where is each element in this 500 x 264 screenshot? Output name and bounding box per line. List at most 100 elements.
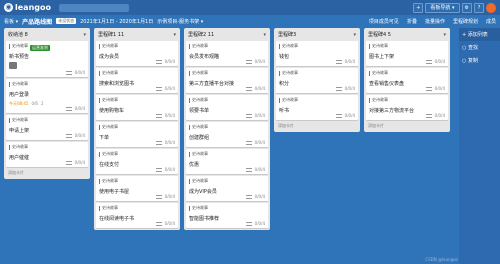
card-tag: 史诗故事 bbox=[369, 70, 388, 76]
card[interactable]: 史诗故事 听书 0/0/4 bbox=[276, 95, 358, 120]
card[interactable]: 史诗故事 申请上架 0/0/4 bbox=[6, 115, 88, 140]
description-icon bbox=[155, 140, 162, 145]
milestone-plan-button[interactable]: 里程碑规划 bbox=[453, 18, 478, 25]
board-title[interactable]: 产品路线图 bbox=[22, 17, 52, 26]
card-tag: 史诗故事 bbox=[189, 124, 208, 130]
copy-button[interactable]: ○ 复制 bbox=[459, 54, 500, 67]
card-title: 用户登录 bbox=[9, 91, 30, 98]
card[interactable]: 史诗故事 钱包 0/0/4 bbox=[276, 41, 358, 66]
card[interactable]: 史诗故事 查看销售仪表盘 0/0/4 bbox=[366, 68, 448, 93]
comment-count: 2 bbox=[40, 101, 44, 106]
card-tag: 史诗故事 bbox=[369, 97, 388, 103]
help-icon[interactable]: ? bbox=[474, 2, 484, 13]
card[interactable]: 史诗故事 成为会员 0/0/4 bbox=[96, 41, 178, 66]
card-meta: 0/0/4 bbox=[254, 167, 265, 172]
top-bar: ◉ leangoo + 看板导航 ▾ ⚙ ? bbox=[0, 0, 500, 15]
card-title: 新书预告 bbox=[9, 53, 30, 60]
list-header[interactable]: 里程碑2 11 ▾ bbox=[186, 30, 268, 39]
card-tag: 史诗故事 bbox=[189, 178, 208, 184]
date-range[interactable]: 2021年1月1日 - 2020年1月1日 bbox=[80, 18, 153, 25]
card[interactable]: 史诗故事 在线阅读电子书 0/0/4 bbox=[96, 203, 178, 228]
list-count: 8 bbox=[24, 32, 28, 38]
card[interactable]: 史诗故事 运营准则 新书预告 0/0/4 bbox=[6, 41, 88, 77]
description-icon bbox=[245, 140, 252, 145]
card-meta: 0/0/4 bbox=[164, 140, 175, 145]
list-title: 里程碑1 bbox=[98, 32, 117, 38]
card-meta: 0/0/4 bbox=[254, 59, 265, 64]
list-count: 5 bbox=[387, 32, 391, 38]
board-header: 看板 ▾ 产品路线图 未设状态 2021年1月1日 - 2020年1月1日 示例… bbox=[0, 15, 500, 27]
brand-logo[interactable]: ◉ leangoo bbox=[4, 3, 51, 12]
card-tag: 史诗故事 bbox=[99, 124, 118, 130]
members-button[interactable]: 成员 bbox=[486, 18, 496, 25]
add-card-button[interactable]: 添加卡片 bbox=[6, 167, 88, 177]
card[interactable]: 史诗故事 第三方直播平台对接 0/0/4 bbox=[186, 68, 268, 93]
card[interactable]: 史诗故事 用户催催 0/0/4 bbox=[6, 142, 88, 167]
find-label: 查找 bbox=[467, 45, 478, 51]
list-menu-icon[interactable]: ▾ bbox=[443, 32, 446, 38]
avatar[interactable] bbox=[486, 2, 496, 13]
card[interactable]: 史诗故事 领要书单 0/0/4 bbox=[186, 95, 268, 120]
find-button[interactable]: ○ 查找 bbox=[459, 41, 500, 54]
batch-operation-button[interactable]: 批量操作 bbox=[425, 18, 445, 25]
card[interactable]: 史诗故事 智能图书推荐 0/0/4 bbox=[186, 203, 268, 228]
card-tag: 史诗故事 bbox=[189, 205, 208, 211]
card[interactable]: 史诗故事 对接第三方物流平台 0/0/4 bbox=[366, 95, 448, 120]
brand-name: leangoo bbox=[15, 3, 51, 12]
add-button[interactable]: + bbox=[413, 2, 424, 13]
card[interactable]: 史诗故事 积分 0/0/4 bbox=[276, 68, 358, 93]
project-selector[interactable]: 示例项目-服务书架 ▾ bbox=[157, 18, 203, 25]
card-meta: 0/0/4 bbox=[254, 140, 265, 145]
card-tag: 史诗故事 bbox=[189, 43, 208, 49]
card[interactable]: 史诗故事 创建群组 0/0/4 bbox=[186, 122, 268, 147]
list-menu-icon[interactable]: ▾ bbox=[83, 32, 86, 38]
list-header[interactable]: 里程碑4 5 ▾ bbox=[366, 30, 448, 39]
board-menu[interactable]: 看板 ▾ bbox=[4, 18, 18, 25]
card[interactable]: 史诗故事 在线支付 0/0/4 bbox=[96, 149, 178, 174]
description-icon bbox=[65, 160, 72, 165]
card[interactable]: 史诗故事 使用电子书屋 0/0/4 bbox=[96, 176, 178, 201]
status-badge[interactable]: 未设状态 bbox=[56, 18, 77, 24]
list-title: 里程碑2 bbox=[188, 32, 207, 38]
card[interactable]: 史诗故事 下单 0/0/4 bbox=[96, 122, 178, 147]
board-nav-button[interactable]: 看板导航 ▾ bbox=[425, 2, 460, 13]
card[interactable]: 史诗故事 成为VIP会员 0/0/4 bbox=[186, 176, 268, 201]
checklist-count: 0/6 bbox=[31, 101, 38, 106]
list-title: 收纳池 bbox=[8, 32, 24, 38]
card[interactable]: 史诗故事 图书上下架 0/0/4 bbox=[366, 41, 448, 66]
description-icon bbox=[155, 113, 162, 118]
list-count: 11 bbox=[117, 32, 125, 38]
list-header[interactable]: 收纳池 8 ▾ bbox=[6, 30, 88, 39]
card[interactable]: 史诗故事 优惠 0/0/4 bbox=[186, 149, 268, 174]
list-menu-icon[interactable]: ▾ bbox=[173, 32, 176, 38]
card-tag: 史诗故事 bbox=[369, 43, 388, 49]
description-icon bbox=[245, 59, 252, 64]
card-meta: 0/0/4 bbox=[254, 194, 265, 199]
card-meta: 0/0/4 bbox=[254, 86, 265, 91]
member-visible-toggle[interactable]: 项目成员可见 bbox=[369, 18, 399, 25]
list-menu-icon[interactable]: ▾ bbox=[263, 32, 266, 38]
settings-icon[interactable]: ⚙ bbox=[461, 2, 472, 13]
add-list-button[interactable]: + 添加列表 bbox=[459, 28, 500, 41]
description-icon bbox=[425, 59, 432, 64]
list-header[interactable]: 里程碑1 11 ▾ bbox=[96, 30, 178, 39]
leangoo-logo-icon: ◉ bbox=[4, 3, 13, 12]
card-tag: 史诗故事 bbox=[189, 97, 208, 103]
card[interactable]: 史诗故事 搜索和浏览图书 0/0/4 bbox=[96, 68, 178, 93]
add-card-button[interactable]: 添加卡片 bbox=[366, 120, 448, 130]
list-header[interactable]: 里程碑3 ▾ bbox=[276, 30, 358, 39]
add-card-button[interactable]: 添加卡片 bbox=[276, 120, 358, 130]
description-icon bbox=[245, 167, 252, 172]
collapse-toggle[interactable]: 折叠 bbox=[407, 18, 417, 25]
card[interactable]: 史诗故事 用户登录 今天08:45 0/6 2 0/0/4 bbox=[6, 79, 88, 113]
card[interactable]: 史诗故事 使用购物车 0/0/4 bbox=[96, 95, 178, 120]
description-icon bbox=[155, 221, 162, 226]
list-title: 里程碑3 bbox=[278, 32, 297, 38]
list-column: 收纳池 8 ▾ 史诗故事 运营准则 新书预告 0/0/4 史诗故事 用户登录 今天… bbox=[4, 28, 90, 179]
search-input[interactable] bbox=[58, 3, 129, 12]
side-panel: + 添加列表 ○ 查找 ○ 复制 bbox=[459, 28, 500, 264]
card-meta: 0/0/4 bbox=[434, 59, 445, 64]
card-tag: 史诗故事 bbox=[9, 81, 28, 87]
card[interactable]: 史诗故事 会员发布观瞄 0/0/4 bbox=[186, 41, 268, 66]
list-menu-icon[interactable]: ▾ bbox=[353, 32, 356, 38]
